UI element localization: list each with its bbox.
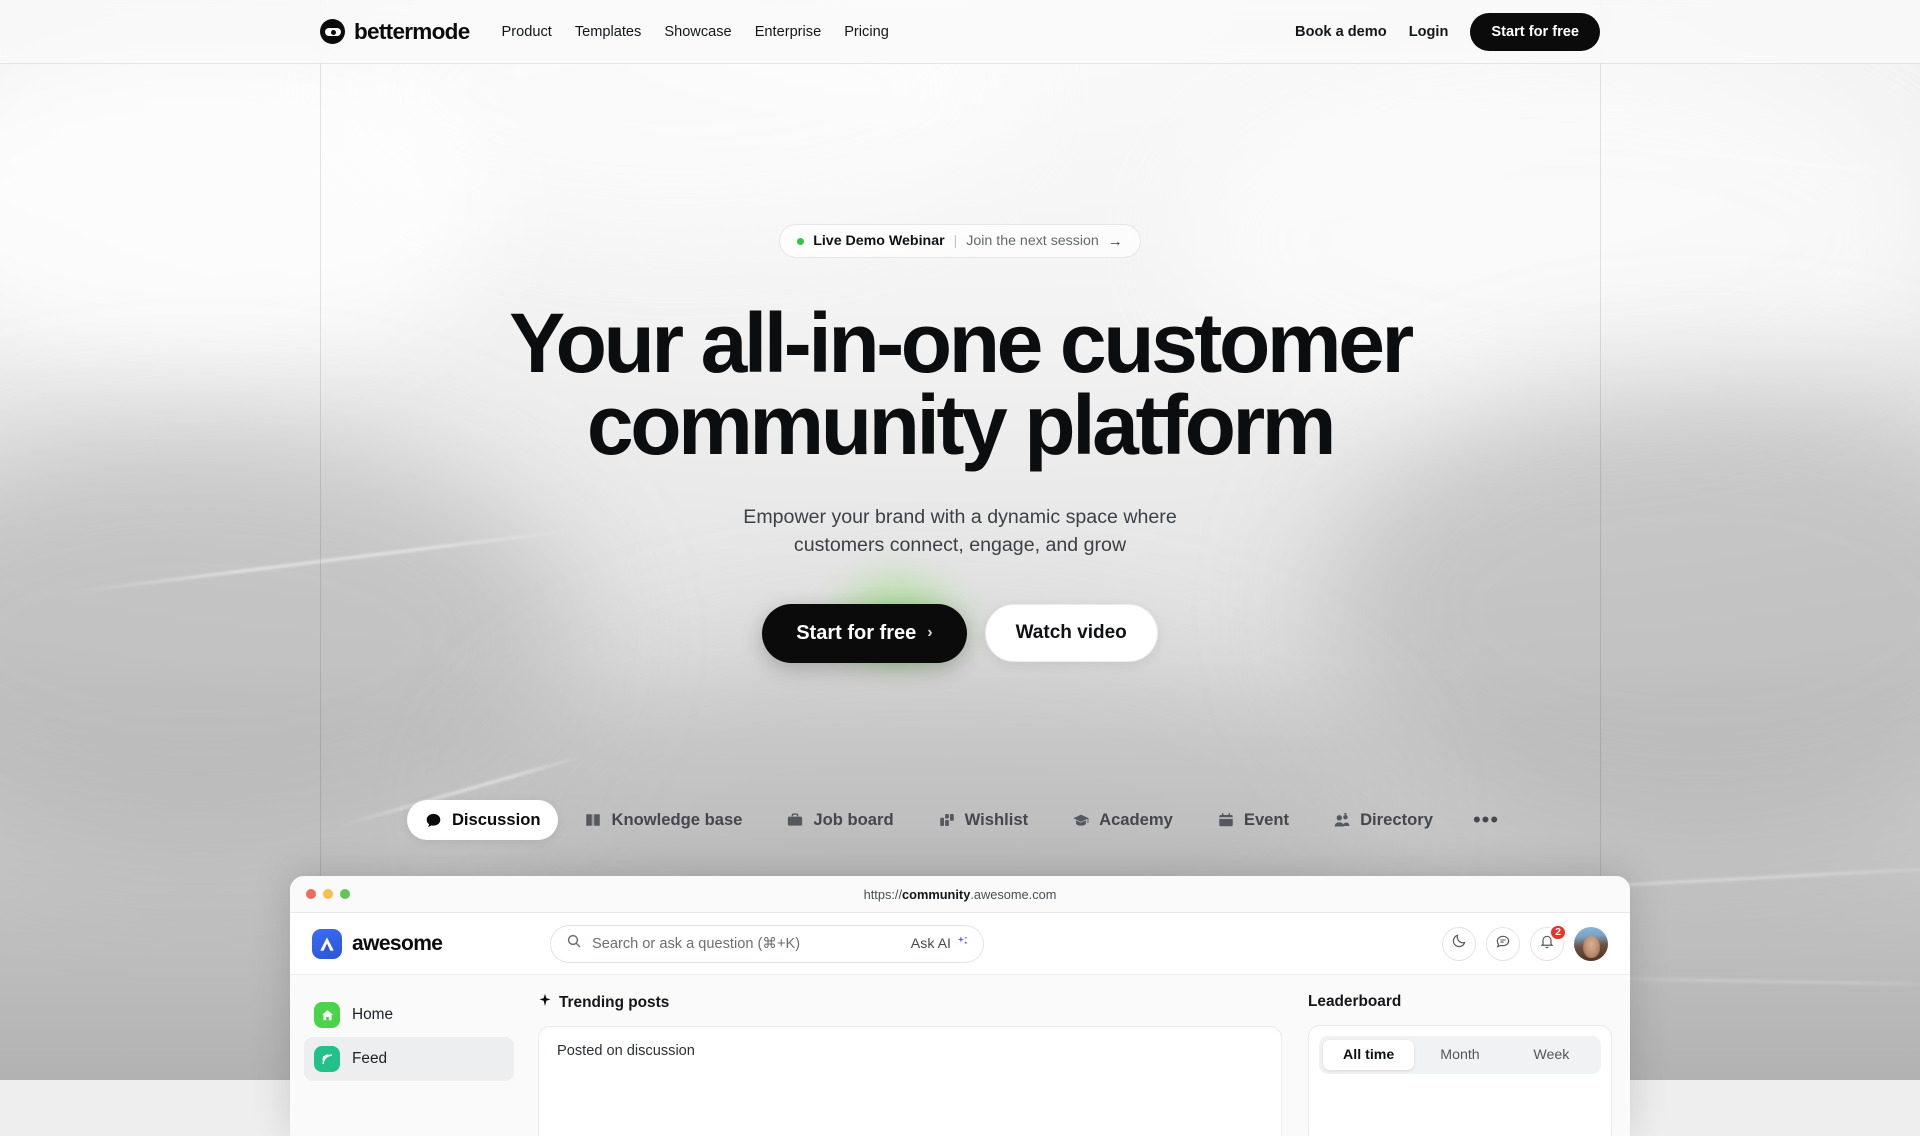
community-app-body: Home Feed Trending posts Posted on discu… <box>290 975 1630 1136</box>
nav-item-pricing[interactable]: Pricing <box>844 24 889 40</box>
tab-job-board[interactable]: Job board <box>768 800 911 840</box>
tab-discussion[interactable]: Discussion <box>407 800 559 840</box>
site-navbar: bettermode Product Templates Showcase En… <box>0 0 1920 64</box>
browser-mockup: https://community.awesome.com awesome Se… <box>290 876 1630 1136</box>
join-session-label: Join the next session <box>966 233 1099 249</box>
login-link[interactable]: Login <box>1409 24 1449 40</box>
book-a-demo-link[interactable]: Book a demo <box>1295 24 1387 40</box>
ask-ai-label: Ask AI <box>911 936 951 952</box>
bettermode-eye-logo-icon <box>320 19 345 44</box>
hero-start-for-free-label: Start for free <box>796 622 916 645</box>
bar-blocks-icon <box>938 811 956 829</box>
tab-academy[interactable]: Academy <box>1054 800 1191 840</box>
sidebar-item-feed-label: Feed <box>352 1050 387 1068</box>
nav-item-showcase[interactable]: Showcase <box>664 24 731 40</box>
page-title: Your all-in-one customer community platf… <box>440 302 1480 467</box>
dark-mode-toggle[interactable] <box>1442 927 1476 961</box>
user-avatar[interactable] <box>1574 927 1608 961</box>
sparkle-icon <box>538 993 552 1012</box>
navbar-actions: Book a demo Login Start for free <box>1295 13 1600 51</box>
tab-directory[interactable]: Directory <box>1315 800 1451 840</box>
leaderboard-range-tabs: All time Month Week <box>1319 1036 1601 1074</box>
live-demo-webinar-banner[interactable]: Live Demo Webinar | Join the next sessio… <box>779 224 1141 258</box>
tab-academy-label: Academy <box>1099 810 1173 830</box>
moon-icon <box>1451 933 1467 954</box>
content-type-tabs: Discussion Knowledge base Job board Wish… <box>0 800 1920 840</box>
start-for-free-button[interactable]: Start for free <box>1470 13 1600 51</box>
chat-icon <box>1495 933 1511 954</box>
nav-item-templates[interactable]: Templates <box>575 24 642 40</box>
sidebar-item-home-label: Home <box>352 1006 393 1024</box>
trending-posts-title: Trending posts <box>559 994 669 1012</box>
notifications-button[interactable]: 2 <box>1530 927 1564 961</box>
notification-count-badge: 2 <box>1549 924 1567 941</box>
leaderboard-tab-all-time[interactable]: All time <box>1323 1040 1414 1070</box>
speech-bubble-icon <box>425 811 443 829</box>
awesome-logo-text: awesome <box>352 932 442 956</box>
live-status-dot-icon <box>797 238 804 245</box>
awesome-logo-icon <box>312 929 342 959</box>
leaderboard-tab-week[interactable]: Week <box>1506 1040 1597 1070</box>
tab-event-label: Event <box>1244 810 1289 830</box>
brand-name: bettermode <box>354 19 470 45</box>
leaderboard-tab-month[interactable]: Month <box>1414 1040 1505 1070</box>
watch-video-button[interactable]: Watch video <box>985 604 1158 662</box>
post-card-meta: Posted on discussion <box>557 1043 695 1059</box>
tab-event[interactable]: Event <box>1199 800 1307 840</box>
briefcase-icon <box>786 811 804 829</box>
app-header-actions: 2 <box>1442 927 1608 961</box>
search-input[interactable]: Search or ask a question (⌘+K) Ask AI <box>550 925 984 963</box>
search-icon <box>566 933 582 954</box>
tab-knowledge-base[interactable]: Knowledge base <box>566 800 760 840</box>
bettermode-logo[interactable]: bettermode <box>320 19 470 45</box>
messages-button[interactable] <box>1486 927 1520 961</box>
sidebar-item-home[interactable]: Home <box>304 993 514 1037</box>
rss-icon <box>314 1046 340 1072</box>
tab-wishlist-label: Wishlist <box>965 810 1028 830</box>
leaderboard-heading: Leaderboard <box>1308 993 1612 1011</box>
calendar-icon <box>1217 811 1235 829</box>
hero-section: Live Demo Webinar | Join the next sessio… <box>0 64 1920 663</box>
url-prefix: https:// <box>864 887 902 902</box>
nav-item-product[interactable]: Product <box>502 24 552 40</box>
hero-start-for-free-button[interactable]: Start for free › <box>762 604 966 663</box>
sparkle-ai-icon <box>956 935 969 952</box>
open-book-icon <box>584 811 602 829</box>
ask-ai-button[interactable]: Ask AI <box>911 935 969 952</box>
home-icon <box>314 1002 340 1028</box>
url-suffix: .awesome.com <box>970 887 1056 902</box>
url-domain: community <box>902 887 970 902</box>
hero-subtitle: Empower your brand with a dynamic space … <box>700 503 1220 560</box>
arrow-right-icon: → <box>1108 234 1123 249</box>
primary-nav: Product Templates Showcase Enterprise Pr… <box>502 24 889 40</box>
search-placeholder: Search or ask a question (⌘+K) <box>592 935 901 952</box>
more-tabs-button[interactable]: ••• <box>1459 805 1513 835</box>
app-sidebar: Home Feed <box>290 975 528 1136</box>
tab-job-board-label: Job board <box>813 810 893 830</box>
hero-cta-row: Start for free › Watch video <box>762 604 1158 663</box>
people-icon <box>1333 811 1351 829</box>
community-app-header: awesome Search or ask a question (⌘+K) A… <box>290 913 1630 975</box>
webinar-label: Live Demo Webinar <box>813 233 944 249</box>
trending-posts-heading: Trending posts <box>538 993 1282 1012</box>
tab-wishlist[interactable]: Wishlist <box>920 800 1046 840</box>
address-bar[interactable]: https://community.awesome.com <box>290 887 1630 902</box>
trending-posts-section: Trending posts Posted on discussion <box>528 975 1300 1136</box>
tab-knowledge-base-label: Knowledge base <box>611 810 742 830</box>
tab-directory-label: Directory <box>1360 810 1433 830</box>
nav-item-enterprise[interactable]: Enterprise <box>755 24 822 40</box>
tab-discussion-label: Discussion <box>452 810 541 830</box>
sidebar-item-feed[interactable]: Feed <box>304 1037 514 1081</box>
leaderboard-card: All time Month Week <box>1308 1025 1612 1136</box>
awesome-logo[interactable]: awesome <box>312 929 550 959</box>
leaderboard-section: Leaderboard All time Month Week <box>1300 975 1630 1136</box>
post-card[interactable]: Posted on discussion <box>538 1026 1282 1136</box>
pill-separator: | <box>954 233 958 249</box>
graduation-cap-icon <box>1072 811 1090 829</box>
browser-title-bar: https://community.awesome.com <box>290 876 1630 913</box>
chevron-right-icon: › <box>927 624 932 642</box>
